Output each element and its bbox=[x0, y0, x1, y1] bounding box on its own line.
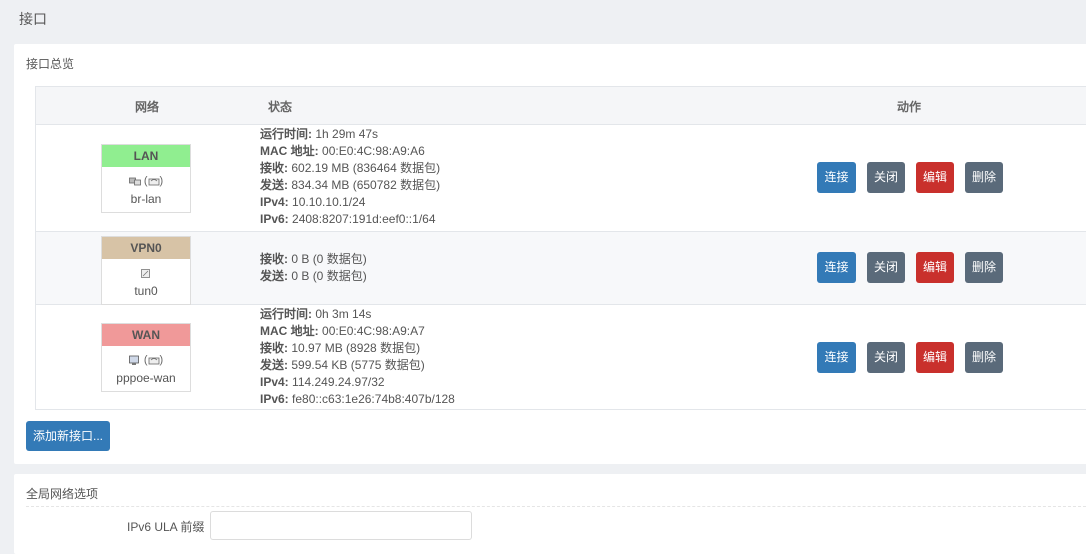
column-status: 状态 bbox=[268, 100, 293, 114]
divider bbox=[26, 506, 1086, 507]
status-ipv4: IPv4: 10.10.10.1/24 bbox=[260, 195, 366, 209]
status-rx: 接收: 602.19 MB (836464 数据包) bbox=[260, 161, 441, 175]
page-title: 接口 bbox=[19, 11, 47, 27]
global-options-heading: 全局网络选项 bbox=[26, 487, 99, 501]
wifi-bracket-close: ) bbox=[159, 175, 164, 187]
interface-table: 网络 状态 动作 LAN ( ) br-lan 运行时间: 1h 29m 47s… bbox=[35, 86, 1086, 410]
interface-badge-wan[interactable]: WAN ( ) pppoe-wan bbox=[101, 323, 191, 392]
ipv6-ula-prefix-input[interactable] bbox=[210, 511, 472, 540]
wifi-icon bbox=[148, 357, 159, 364]
interface-icons-lan: ( ) bbox=[102, 174, 190, 188]
interface-device-wan: pppoe-wan bbox=[116, 371, 176, 385]
actions-wan: 连接 关闭 编辑 删除 bbox=[817, 342, 1011, 373]
status-mac: MAC 地址: 00:E0:4C:98:A9:A7 bbox=[260, 324, 425, 338]
edit-button-vpn0[interactable]: 编辑 bbox=[916, 252, 954, 283]
delete-button-lan[interactable]: 删除 bbox=[965, 162, 1003, 193]
status-tx: 发送: 599.54 KB (5775 数据包) bbox=[260, 358, 425, 372]
delete-button-vpn0[interactable]: 删除 bbox=[965, 252, 1003, 283]
status-uptime: 运行时间: 0h 3m 14s bbox=[260, 307, 372, 321]
status-rx: 接收: 0 B (0 数据包) bbox=[260, 252, 367, 266]
interface-device-vpn0: tun0 bbox=[134, 284, 158, 298]
interface-overview-heading: 接口总览 bbox=[26, 57, 75, 71]
status-rx: 接收: 10.97 MB (8928 数据包) bbox=[260, 341, 421, 355]
close-button-vpn0[interactable]: 关闭 bbox=[867, 252, 905, 283]
ipv6-ula-label: IPv6 ULA 前缀 bbox=[127, 520, 205, 534]
wifi-icon bbox=[148, 178, 159, 185]
column-action: 动作 bbox=[897, 100, 922, 114]
delete-button-wan[interactable]: 删除 bbox=[965, 342, 1003, 373]
interface-overview-panel: 接口总览 网络 状态 动作 LAN ( ) br-lan 运行时间: 1h 29… bbox=[14, 44, 1086, 464]
status-ipv6: IPv6: 2408:8207:191d:eef0::1/64 bbox=[260, 212, 436, 226]
ethernet-switch-icon bbox=[128, 177, 141, 185]
pppoe-icon bbox=[128, 355, 139, 365]
connect-button-vpn0[interactable]: 连接 bbox=[817, 252, 856, 283]
status-mac: MAC 地址: 00:E0:4C:98:A9:A6 bbox=[260, 144, 425, 158]
table-row-vpn0: VPN0 tun0 接收: 0 B (0 数据包) 发送: 0 B (0 数据包… bbox=[36, 232, 1086, 305]
edit-button-lan[interactable]: 编辑 bbox=[916, 162, 954, 193]
connect-button-wan[interactable]: 连接 bbox=[817, 342, 856, 373]
interface-name-lan: LAN bbox=[102, 145, 190, 167]
global-network-options-panel: 全局网络选项 IPv6 ULA 前缀 bbox=[14, 474, 1086, 554]
status-ipv6: IPv6: fe80::c63:1e26:74b8:407b/128 bbox=[260, 392, 455, 406]
status-tx: 发送: 834.34 MB (650782 数据包) bbox=[260, 178, 441, 192]
table-header: 网络 状态 动作 bbox=[36, 87, 1086, 125]
actions-vpn0: 连接 关闭 编辑 删除 bbox=[817, 252, 1011, 283]
interface-icons-vpn0 bbox=[102, 266, 190, 280]
column-network: 网络 bbox=[135, 100, 160, 114]
interface-status-vpn0: 接收: 0 B (0 数据包) 发送: 0 B (0 数据包) bbox=[260, 251, 367, 285]
close-button-lan[interactable]: 关闭 bbox=[867, 162, 905, 193]
interface-device-lan: br-lan bbox=[130, 192, 162, 206]
interface-name-vpn0: VPN0 bbox=[102, 237, 190, 259]
add-interface-button[interactable]: 添加新接口... bbox=[26, 421, 110, 451]
interface-status-wan: 运行时间: 0h 3m 14s MAC 地址: 00:E0:4C:98:A9:A… bbox=[260, 306, 455, 408]
interface-icons-wan: ( ) bbox=[102, 353, 190, 367]
edit-button-wan[interactable]: 编辑 bbox=[916, 342, 954, 373]
interface-badge-vpn0[interactable]: VPN0 tun0 bbox=[101, 236, 191, 305]
table-row-wan: WAN ( ) pppoe-wan 运行时间: 0h 3m 14s MAC 地址… bbox=[36, 305, 1086, 409]
tunnel-icon bbox=[141, 268, 150, 278]
table-row-lan: LAN ( ) br-lan 运行时间: 1h 29m 47s MAC 地址: … bbox=[36, 125, 1086, 232]
status-tx: 发送: 0 B (0 数据包) bbox=[260, 269, 367, 283]
close-button-wan[interactable]: 关闭 bbox=[867, 342, 905, 373]
status-ipv4: IPv4: 114.249.24.97/32 bbox=[260, 375, 385, 389]
interface-name-wan: WAN bbox=[102, 324, 190, 346]
actions-lan: 连接 关闭 编辑 删除 bbox=[817, 162, 1011, 193]
wifi-bracket-close: ) bbox=[159, 354, 164, 366]
status-uptime: 运行时间: 1h 29m 47s bbox=[260, 127, 379, 141]
interface-badge-lan[interactable]: LAN ( ) br-lan bbox=[101, 144, 191, 213]
interface-status-lan: 运行时间: 1h 29m 47s MAC 地址: 00:E0:4C:98:A9:… bbox=[260, 126, 440, 228]
connect-button-lan[interactable]: 连接 bbox=[817, 162, 856, 193]
